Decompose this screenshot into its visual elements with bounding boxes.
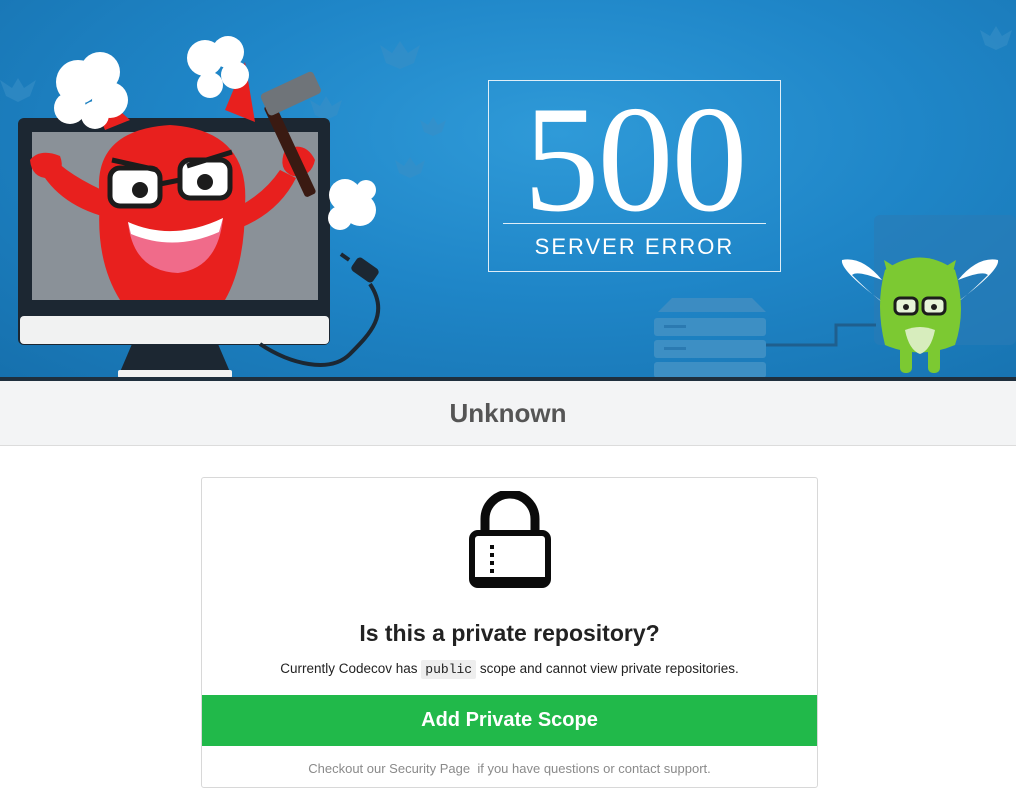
card-footer: Checkout our Security Page if you have q… xyxy=(202,761,817,776)
card-heading: Is this a private repository? xyxy=(359,620,660,646)
add-private-scope-button[interactable]: Add Private Scope xyxy=(202,695,817,746)
error-divider xyxy=(503,223,766,224)
error-code: 500 xyxy=(523,75,748,243)
description-suffix: scope and cannot view private repositori… xyxy=(479,661,739,676)
private-repo-card: Is this a private repository? Currently … xyxy=(201,477,818,788)
description-prefix: Currently Codecov has xyxy=(280,661,418,676)
title-strip: Unknown xyxy=(0,381,1016,446)
server-stack xyxy=(654,298,876,378)
card-description: Currently Codecov has public scope and c… xyxy=(202,660,817,679)
error-code-box: 500 SERVER ERROR xyxy=(488,80,781,272)
hero-banner: 500 SERVER ERROR xyxy=(0,0,1016,381)
page-title: Unknown xyxy=(449,397,567,428)
scope-code: public xyxy=(421,660,477,679)
security-page-link[interactable]: Checkout our Security Page xyxy=(308,761,470,776)
error-text: SERVER ERROR xyxy=(534,234,735,259)
lock-icon xyxy=(469,489,551,589)
footer-text: if you have questions or contact support… xyxy=(477,761,711,776)
